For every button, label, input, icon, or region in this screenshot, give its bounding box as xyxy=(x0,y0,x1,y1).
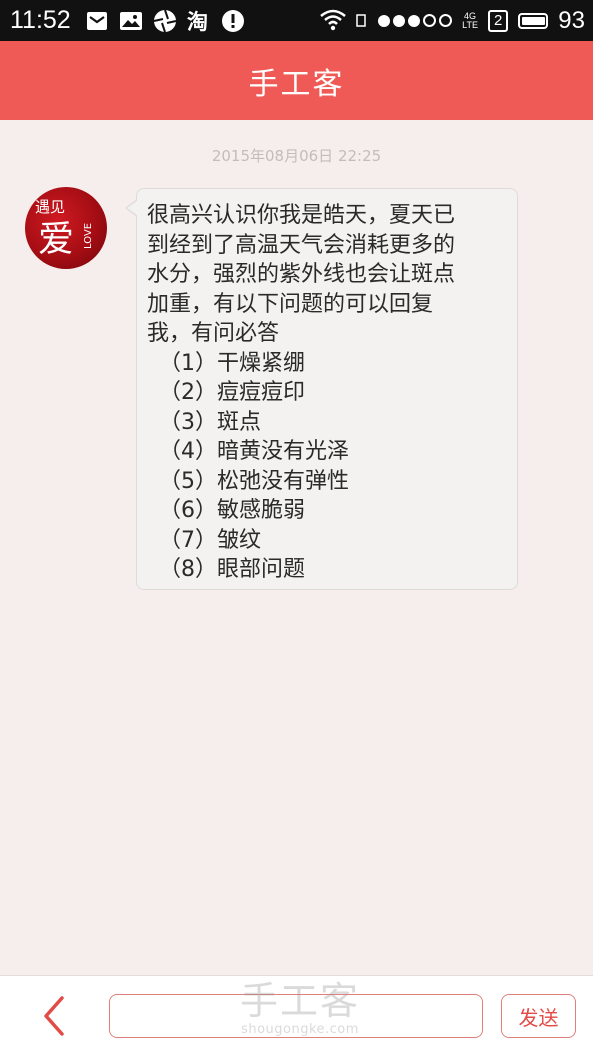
send-button[interactable]: 发送 xyxy=(501,994,576,1038)
message-line: 加重，有以下问题的可以回复 xyxy=(147,291,434,317)
page-title: 手工客 xyxy=(248,66,345,102)
mail-icon xyxy=(85,9,109,33)
option-item: （2）痘痘痘印 xyxy=(159,380,305,405)
option-item: （6）敏感脆弱 xyxy=(159,498,305,523)
network-type: 4G LTE xyxy=(462,10,478,30)
back-button[interactable] xyxy=(36,994,76,1038)
option-item: （8）眼部问题 xyxy=(159,557,305,582)
option-item: （4）暗黄没有光泽 xyxy=(159,439,349,464)
option-item: （1）干燥紧绷 xyxy=(159,350,305,376)
message-input[interactable] xyxy=(109,994,483,1038)
avatar-main-text: 爱 xyxy=(38,219,74,260)
status-time: 11:52 xyxy=(10,6,71,34)
notification-icons: 淘 xyxy=(85,9,245,34)
message-line: 很高兴认识你我是皓天，夏天已 xyxy=(147,203,456,228)
message-line: 到经到了高温天气会消耗更多的 xyxy=(147,232,456,258)
avatar-top-text: 遇见 xyxy=(35,198,65,216)
taobao-icon: 淘 xyxy=(187,9,211,34)
message-bubble[interactable]: 很高兴认识你我是皓天，夏天已 到经到了高温天气会消耗更多的 水分，强烈的紫外线也… xyxy=(125,188,518,590)
signal-strength-icon xyxy=(378,14,453,27)
option-item: （5）松弛没有弹性 xyxy=(159,468,349,494)
option-item: （7）皱纹 xyxy=(159,527,261,553)
svg-text:淘: 淘 xyxy=(187,10,208,33)
message-line: 水分，强烈的紫外线也会让斑点 xyxy=(147,262,456,287)
avatar[interactable]: 遇见 爱 LOVE xyxy=(25,187,107,269)
message-options-list: （1）干燥紧绷 （2）痘痘痘印 （3）斑点 （4）暗黄没有光泽 （5）松弛没有弹… xyxy=(147,349,507,585)
status-bar: 11:52 淘 4G LTE 2 93 xyxy=(0,0,593,41)
vibrate-icon xyxy=(354,9,368,33)
alert-icon xyxy=(221,9,245,33)
app-header: 手工客 xyxy=(0,41,593,120)
image-icon xyxy=(119,9,143,33)
chevron-left-icon xyxy=(44,996,64,1036)
input-bar: 发送 xyxy=(0,975,593,1055)
avatar-image: 遇见 爱 LOVE xyxy=(35,198,94,260)
aperture-icon xyxy=(153,9,177,33)
battery-icon xyxy=(518,12,549,29)
message-intro: 很高兴认识你我是皓天，夏天已 到经到了高温天气会消耗更多的 水分，强烈的紫外线也… xyxy=(147,201,507,349)
message-timestamp: 2015年08月06日 22:25 xyxy=(211,147,382,165)
avatar-side-text: LOVE xyxy=(83,223,94,249)
message-line: 我，有问必答 xyxy=(147,321,280,346)
wifi-icon xyxy=(320,9,346,33)
sim-badge: 2 xyxy=(487,9,509,32)
status-right: 4G LTE 2 93 xyxy=(320,7,585,35)
option-item: （3）斑点 xyxy=(159,409,261,435)
battery-level: 93 xyxy=(558,6,585,34)
